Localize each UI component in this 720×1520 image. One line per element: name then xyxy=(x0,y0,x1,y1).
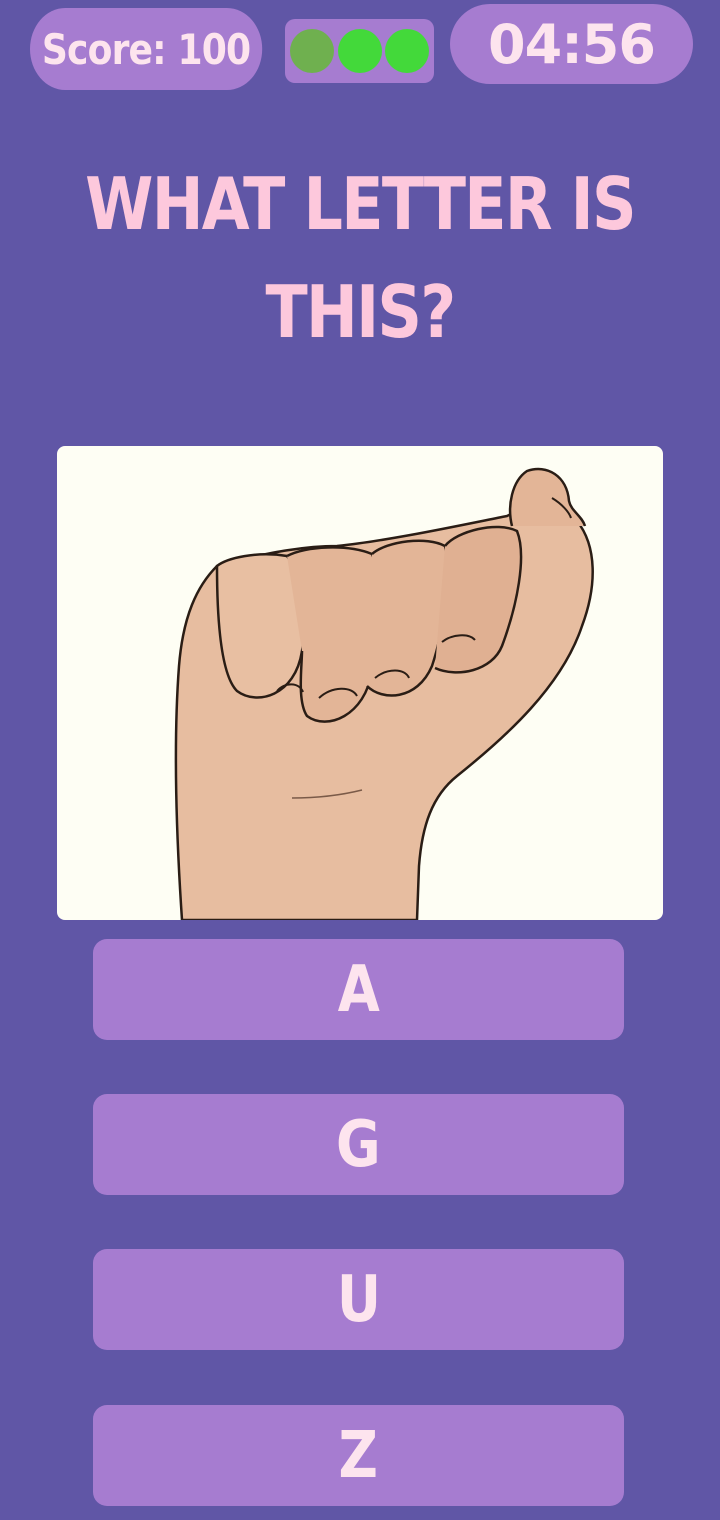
answer-label: U xyxy=(336,1262,381,1337)
answer-label: Z xyxy=(338,1418,379,1493)
hand-sign-icon xyxy=(174,467,594,920)
answer-label: A xyxy=(337,952,380,1027)
score-display: Score: 100 xyxy=(30,8,263,90)
answer-button-g[interactable]: G xyxy=(93,1094,624,1195)
answer-button-z[interactable]: Z xyxy=(93,1405,624,1506)
question-title: WHAT LETTER IS THIS? xyxy=(85,162,636,354)
lives-indicator xyxy=(285,19,434,83)
answer-button-u[interactable]: U xyxy=(93,1249,624,1350)
timer-text: 04:56 xyxy=(488,12,656,76)
score-text: Score: 100 xyxy=(41,24,251,74)
answer-label: G xyxy=(336,1107,381,1182)
life-dot xyxy=(290,29,335,73)
timer-display: 04:56 xyxy=(450,4,693,84)
answer-button-a[interactable]: A xyxy=(93,939,624,1040)
life-dot xyxy=(337,29,382,73)
hand-sign-image xyxy=(57,446,663,920)
life-dot xyxy=(384,29,429,73)
